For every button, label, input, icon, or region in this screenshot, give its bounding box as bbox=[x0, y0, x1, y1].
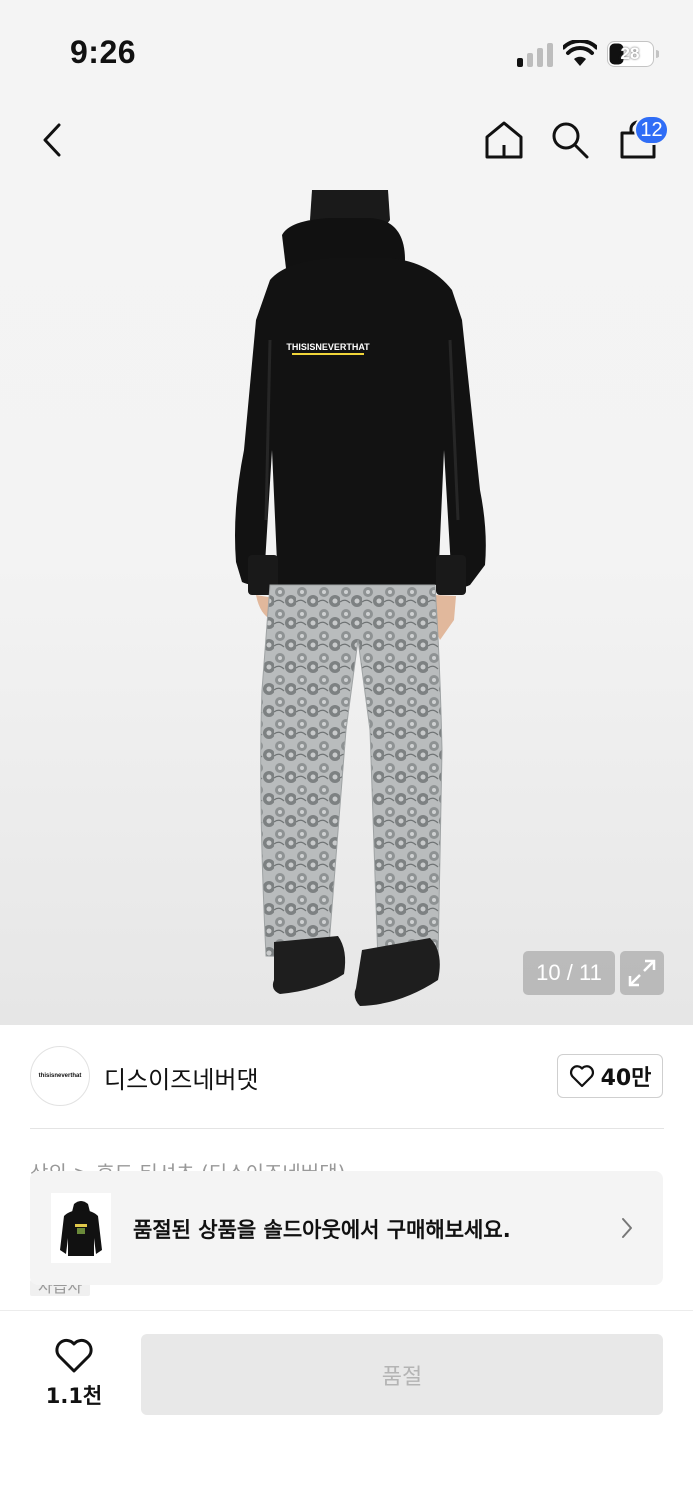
cart-count-badge: 12 bbox=[634, 115, 669, 145]
divider bbox=[30, 1128, 664, 1129]
home-icon bbox=[485, 121, 523, 159]
hoodie-print: THISISNEVERTHAT bbox=[286, 342, 370, 352]
soldout-banner-text: 품절된 상품을 솔드아웃에서 구매해보세요. bbox=[133, 1218, 511, 1242]
heart-icon bbox=[55, 1338, 93, 1373]
search-button[interactable] bbox=[546, 116, 594, 164]
wishlist-button[interactable]: 1.1천 bbox=[40, 1336, 108, 1412]
soldout-banner[interactable]: 품절된 상품을 솔드아웃에서 구매해보세요. bbox=[30, 1171, 663, 1285]
product-hero: 9:26 28 12 THISISNEVERTHAT 10 / 11 bbox=[0, 0, 693, 1025]
buy-button[interactable]: 품절 bbox=[141, 1334, 663, 1415]
soldout-thumbnail bbox=[51, 1193, 111, 1263]
battery-level: 28 bbox=[620, 44, 640, 63]
brand-logo[interactable]: thisisneverthat bbox=[30, 1046, 90, 1106]
search-icon bbox=[552, 122, 589, 159]
brand-row: thisisneverthat 디스이즈네버댓 40만 bbox=[30, 1046, 664, 1108]
battery-icon: 28 bbox=[607, 41, 660, 67]
signal-icon bbox=[517, 43, 555, 67]
top-nav bbox=[0, 100, 693, 184]
product-image[interactable]: THISISNEVERTHAT bbox=[230, 190, 490, 1010]
heart-icon bbox=[569, 1065, 594, 1088]
status-time: 9:26 bbox=[70, 34, 137, 70]
brand-like-count: 40만 bbox=[600, 1066, 652, 1091]
bottom-bar-divider bbox=[0, 1310, 693, 1311]
expand-icon bbox=[628, 959, 656, 987]
wifi-icon bbox=[563, 40, 597, 66]
back-icon bbox=[43, 123, 61, 157]
back-button[interactable] bbox=[28, 116, 76, 164]
home-button[interactable] bbox=[480, 116, 528, 164]
wishlist-count: 1.1천 bbox=[45, 1384, 103, 1408]
brand-logo-text: thisisneverthat bbox=[38, 1073, 82, 1079]
brand-name[interactable]: 디스이즈네버댓 bbox=[104, 1060, 259, 1095]
expand-image-button[interactable] bbox=[620, 951, 664, 995]
brand-like-button[interactable]: 40만 bbox=[557, 1054, 663, 1098]
chevron-right-icon bbox=[622, 1218, 632, 1238]
status-bar: 9:26 28 bbox=[0, 0, 693, 100]
image-counter: 10 / 11 bbox=[523, 951, 615, 995]
